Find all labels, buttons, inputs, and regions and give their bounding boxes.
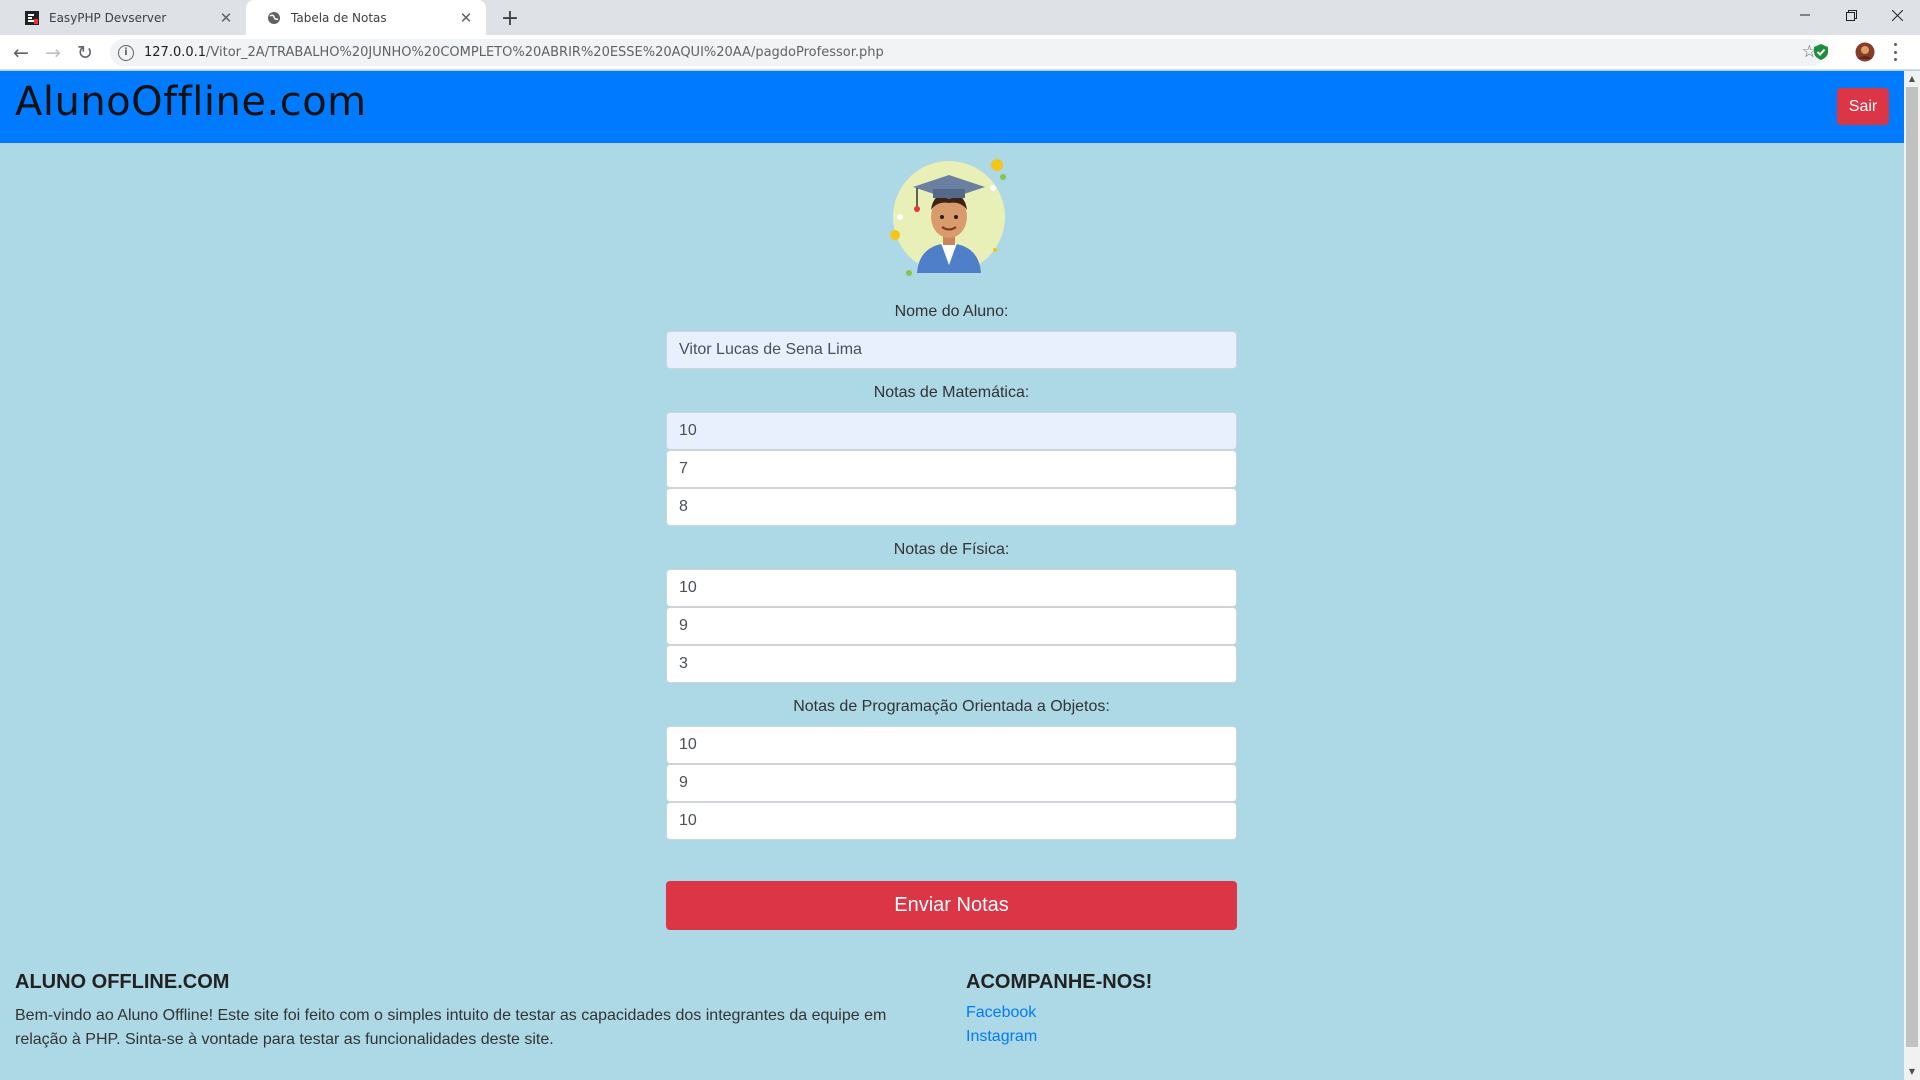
graduate-avatar-icon bbox=[890, 159, 1006, 276]
math-grade-1-input[interactable] bbox=[666, 412, 1237, 450]
address-bar[interactable]: i 127.0.0.1/Vitor_2A/TRABALHO%20JUNHO%20… bbox=[110, 39, 1825, 66]
student-name-label: Nome do Aluno: bbox=[894, 303, 1009, 320]
url-path: /Vitor_2A/TRABALHO%20JUNHO%20COMPLETO%20… bbox=[206, 45, 884, 60]
logout-button[interactable]: Sair bbox=[1837, 88, 1889, 125]
menu-dots-icon[interactable] bbox=[1893, 43, 1897, 61]
physics-grades-label: Notas de Física: bbox=[893, 541, 1010, 558]
student-name-input[interactable] bbox=[666, 331, 1237, 369]
oop-grades-label: Notas de Programação Orientada a Objetos… bbox=[793, 698, 1110, 715]
grades-form: Nome do Aluno: Notas de Matemática: Nota… bbox=[666, 300, 1237, 840]
tab-title: EasyPHP Devserver bbox=[49, 10, 167, 25]
restore-button[interactable] bbox=[1828, 0, 1874, 30]
math-grade-2-input[interactable] bbox=[666, 450, 1237, 488]
shield-extension-icon[interactable] bbox=[1811, 42, 1831, 62]
globe-icon bbox=[266, 10, 282, 26]
url-host: 127.0.0.1 bbox=[144, 45, 207, 60]
reload-icon[interactable]: ↻ bbox=[71, 39, 99, 67]
easyphp-icon bbox=[24, 10, 40, 26]
footer-about-title: ALUNO OFFLINE.COM bbox=[15, 971, 230, 993]
new-tab-button[interactable]: + bbox=[496, 4, 524, 32]
minimize-button[interactable] bbox=[1782, 0, 1828, 30]
site-brand[interactable]: AlunoOffline.com bbox=[15, 79, 367, 125]
forward-arrow-icon[interactable]: → bbox=[39, 39, 67, 67]
footer-about-text: Bem-vindo ao Aluno Offline! Este site fo… bbox=[15, 1007, 887, 1048]
submit-grades-button[interactable]: Enviar Notas bbox=[666, 881, 1237, 930]
tab-easyphp[interactable]: EasyPHP Devserver ✕ bbox=[4, 0, 246, 35]
site-header: AlunoOffline.com Sair bbox=[0, 71, 1904, 143]
scroll-down-arrow-icon[interactable]: ▼ bbox=[1904, 1064, 1920, 1080]
oop-grade-1-input[interactable] bbox=[666, 726, 1237, 764]
facebook-link[interactable]: Facebook bbox=[966, 1004, 1036, 1022]
footer-follow-title: ACOMPANHE-NOS! bbox=[966, 971, 1153, 993]
physics-grade-1-input[interactable] bbox=[666, 569, 1237, 607]
back-arrow-icon[interactable]: ← bbox=[7, 39, 35, 67]
url-text[interactable]: 127.0.0.1/Vitor_2A/TRABALHO%20JUNHO%20CO… bbox=[144, 45, 884, 60]
physics-grade-3-input[interactable] bbox=[666, 645, 1237, 683]
oop-grade-3-input[interactable] bbox=[666, 802, 1237, 840]
instagram-link[interactable]: Instagram bbox=[966, 1028, 1037, 1046]
math-grade-3-input[interactable] bbox=[666, 488, 1237, 526]
info-icon[interactable]: i bbox=[118, 44, 134, 61]
browser-toolbar: ← → ↻ i 127.0.0.1/Vitor_2A/TRABALHO%20JU… bbox=[0, 35, 1920, 70]
profile-avatar-icon[interactable] bbox=[1855, 42, 1875, 62]
browser-tabstrip: EasyPHP Devserver ✕ Tabela de Notas ✕ + bbox=[0, 0, 1920, 35]
scroll-up-arrow-icon[interactable]: ▲ bbox=[1904, 71, 1920, 87]
physics-grade-2-input[interactable] bbox=[666, 607, 1237, 645]
math-grades-label: Notas de Matemática: bbox=[873, 384, 1030, 401]
window-close-button[interactable] bbox=[1874, 0, 1920, 30]
page-scrollbar[interactable]: ▲ ▼ bbox=[1904, 71, 1920, 1080]
tab-tabela-de-notas[interactable]: Tabela de Notas ✕ bbox=[246, 0, 486, 35]
scrollbar-thumb[interactable] bbox=[1906, 87, 1918, 1047]
close-icon[interactable]: ✕ bbox=[218, 9, 234, 27]
close-icon[interactable]: ✕ bbox=[458, 9, 474, 27]
tab-title: Tabela de Notas bbox=[291, 10, 387, 25]
oop-grade-2-input[interactable] bbox=[666, 764, 1237, 802]
